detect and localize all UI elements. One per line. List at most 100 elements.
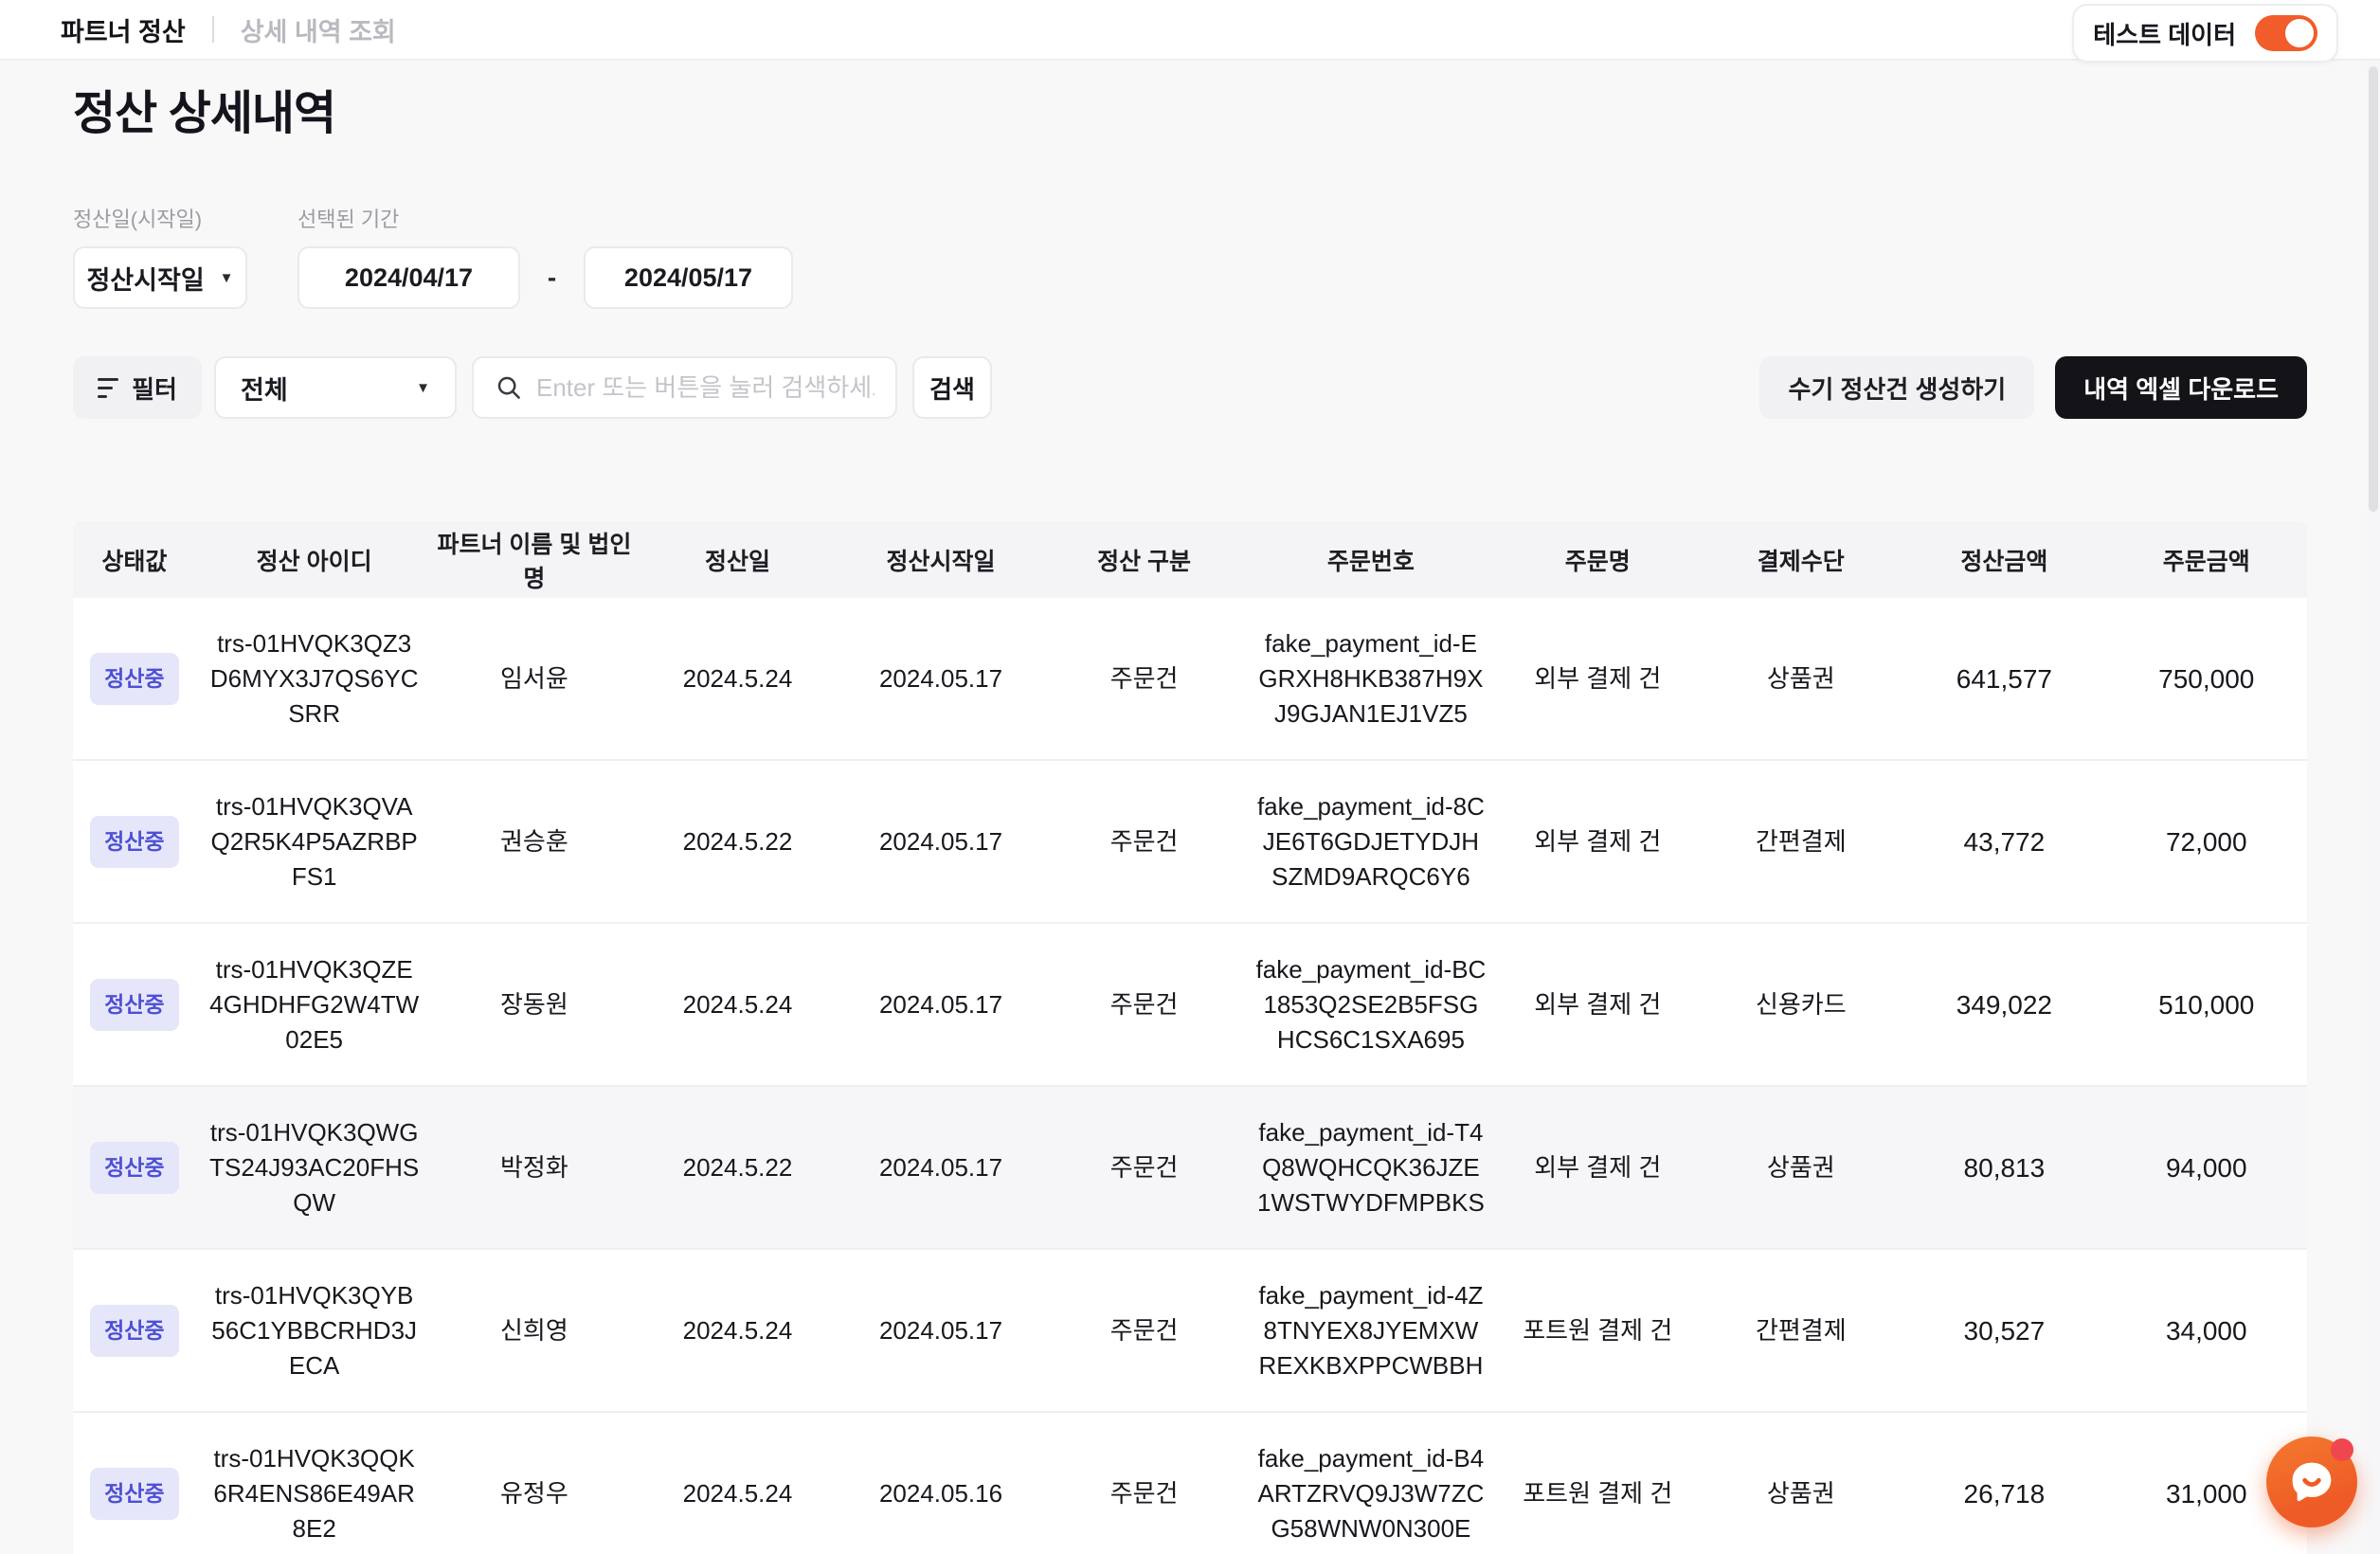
period-label: 선택된 기간	[298, 203, 399, 233]
cell-status: 정산중	[73, 1413, 196, 1554]
search-button[interactable]: 검색	[912, 356, 992, 419]
cell-partner-name: 신희영	[433, 1250, 637, 1411]
column-header: 정산 구분	[1042, 521, 1246, 598]
nav-divider	[212, 16, 214, 43]
cell-settlement-type: 주문건	[1042, 1087, 1246, 1248]
cell-status: 정산중	[73, 761, 196, 922]
date-type-label: 정산일(시작일)	[73, 203, 298, 233]
cell-settlement-date: 2024.5.22	[636, 1087, 839, 1248]
column-header: 정산 아이디	[196, 521, 433, 598]
cell-settlement-start-date: 2024.05.17	[839, 598, 1043, 759]
cell-settlement-amount: 349,022	[1902, 924, 2106, 1085]
cell-status: 정산중	[73, 924, 196, 1085]
chat-launcher-button[interactable]	[2266, 1437, 2357, 1527]
table-row[interactable]: 정산중 trs-01HVQK3QZE4GHDHFG2W4TW02E5 장동원 2…	[73, 924, 2307, 1087]
cell-partner-name: 박정화	[433, 1087, 637, 1248]
cell-settlement-type: 주문건	[1042, 1250, 1246, 1411]
cell-partner-name: 권승훈	[433, 761, 637, 922]
column-header: 결제수단	[1700, 521, 1903, 598]
scrollbar-track[interactable]	[2367, 61, 2380, 1554]
nav-item-partner-settlement[interactable]: 파트너 정산	[61, 11, 186, 48]
cell-order-name: 외부 결제 건	[1496, 924, 1700, 1085]
scrollbar-thumb[interactable]	[2369, 66, 2378, 512]
cell-settlement-amount: 641,577	[1902, 598, 2106, 759]
cell-payment-method: 상품권	[1700, 598, 1903, 759]
cell-settlement-type: 주문건	[1042, 1413, 1246, 1554]
test-data-toggle[interactable]	[2255, 15, 2317, 51]
cell-settlement-type: 주문건	[1042, 924, 1246, 1085]
nav-item-detail-lookup[interactable]: 상세 내역 조회	[241, 11, 396, 48]
cell-status: 정산중	[73, 598, 196, 759]
cell-settlement-type: 주문건	[1042, 761, 1246, 922]
status-badge: 정산중	[90, 1305, 178, 1357]
date-type-select[interactable]: 정산시작일 ▼	[73, 246, 247, 309]
cell-order-name: 외부 결제 건	[1496, 1087, 1700, 1248]
cell-settlement-date: 2024.5.24	[636, 924, 839, 1085]
search-icon	[495, 373, 523, 402]
column-header: 파트너 이름 및 법인명	[433, 521, 637, 598]
filter-button[interactable]: 필터	[73, 356, 202, 419]
cell-partner-name: 임서윤	[433, 598, 637, 759]
cell-settlement-amount: 30,527	[1902, 1250, 2106, 1411]
table-row[interactable]: 정산중 trs-01HVQK3QQK6R4ENS86E49AR8E2 유정우 2…	[73, 1413, 2307, 1554]
cell-order-name: 외부 결제 건	[1496, 761, 1700, 922]
cell-settlement-date: 2024.5.24	[636, 598, 839, 759]
filter-button-label: 필터	[132, 370, 177, 406]
status-badge: 정산중	[90, 653, 178, 705]
topbar: 파트너 정산 상세 내역 조회 테스트 데이터	[0, 0, 2380, 61]
cell-status: 정산중	[73, 1087, 196, 1248]
table-row[interactable]: 정산중 trs-01HVQK3QYB56C1YBBCRHD3JECA 신희영 2…	[73, 1250, 2307, 1413]
cell-payment-method: 간편결제	[1700, 761, 1903, 922]
cell-order-amount: 34,000	[2106, 1250, 2307, 1411]
cell-order-number: fake_payment_id-B4ARTZRVQ9J3W7ZCG58WNW0N…	[1246, 1413, 1496, 1554]
cell-order-number: fake_payment_id-8CJE6T6GDJETYDJHSZMD9ARQ…	[1246, 761, 1496, 922]
cell-payment-method: 상품권	[1700, 1087, 1903, 1248]
cell-settlement-amount: 43,772	[1902, 761, 2106, 922]
table-row[interactable]: 정산중 trs-01HVQK3QVAQ2R5K4P5AZRBPFS1 권승훈 2…	[73, 761, 2307, 924]
manual-settlement-create-button[interactable]: 수기 정산건 생성하기	[1759, 356, 2034, 419]
chevron-down-icon: ▼	[416, 380, 430, 396]
cell-settlement-start-date: 2024.05.17	[839, 1087, 1043, 1248]
search-box	[472, 356, 897, 419]
end-date-input[interactable]: 2024/05/17	[584, 246, 793, 309]
topbar-nav: 파트너 정산 상세 내역 조회	[61, 11, 396, 48]
cell-settlement-id: trs-01HVQK3QYB56C1YBBCRHD3JECA	[196, 1250, 433, 1411]
table-row[interactable]: 정산중 trs-01HVQK3QWGTS24J93AC20FHSQW 박정화 2…	[73, 1087, 2307, 1250]
search-scope-select[interactable]: 전체 ▼	[214, 356, 457, 419]
cell-settlement-id: trs-01HVQK3QWGTS24J93AC20FHSQW	[196, 1087, 433, 1248]
toggle-knob	[2285, 19, 2314, 47]
settlement-table: 상태값정산 아이디파트너 이름 및 법인명정산일정산시작일정산 구분주문번호주문…	[73, 521, 2307, 1554]
scope-value: 전체	[241, 370, 288, 407]
column-header: 정산금액	[1902, 521, 2106, 598]
cell-order-amount: 94,000	[2106, 1087, 2307, 1248]
status-badge: 정산중	[90, 1142, 178, 1194]
cell-settlement-id: trs-01HVQK3QZE4GHDHFG2W4TW02E5	[196, 924, 433, 1085]
test-data-pill: 테스트 데이터	[2072, 4, 2338, 63]
excel-download-button[interactable]: 내역 엑셀 다운로드	[2055, 356, 2307, 419]
table-row[interactable]: 정산중 trs-01HVQK3QZ3D6MYX3J7QS6YCSRR 임서윤 2…	[73, 598, 2307, 761]
cell-order-number: fake_payment_id-T4Q8WQHCQK36JZE1WSTWYDFM…	[1246, 1087, 1496, 1248]
cell-settlement-start-date: 2024.05.17	[839, 924, 1043, 1085]
status-badge: 정산중	[90, 1468, 178, 1520]
test-data-label: 테스트 데이터	[2093, 16, 2236, 51]
column-header: 주문번호	[1246, 521, 1496, 598]
cell-order-number: fake_payment_id-EGRXH8HKB387H9XJ9GJAN1EJ…	[1246, 598, 1496, 759]
column-header: 상태값	[73, 521, 196, 598]
cell-settlement-start-date: 2024.05.16	[839, 1413, 1043, 1554]
cell-settlement-date: 2024.5.22	[636, 761, 839, 922]
search-input[interactable]	[536, 373, 874, 403]
date-type-value: 정산시작일	[86, 260, 204, 297]
cell-partner-name: 유정우	[433, 1413, 637, 1554]
filter-panel: 정산일(시작일) 선택된 기간 정산시작일 ▼ 2024/04/17 - 202…	[73, 203, 2307, 419]
start-date-input[interactable]: 2024/04/17	[298, 246, 520, 309]
channel-chat-icon	[2287, 1457, 2336, 1507]
chevron-down-icon: ▼	[220, 270, 234, 286]
cell-settlement-id: trs-01HVQK3QZ3D6MYX3J7QS6YCSRR	[196, 598, 433, 759]
table-body: 정산중 trs-01HVQK3QZ3D6MYX3J7QS6YCSRR 임서윤 2…	[73, 598, 2307, 1554]
page-title: 정산 상세내역	[73, 85, 2307, 142]
main-content: 정산 상세내역 정산일(시작일) 선택된 기간 정산시작일 ▼ 2024/04/…	[0, 85, 2380, 1554]
cell-order-amount: 750,000	[2106, 598, 2307, 759]
cell-settlement-date: 2024.5.24	[636, 1413, 839, 1554]
cell-order-amount: 72,000	[2106, 761, 2307, 922]
status-badge: 정산중	[90, 979, 178, 1031]
